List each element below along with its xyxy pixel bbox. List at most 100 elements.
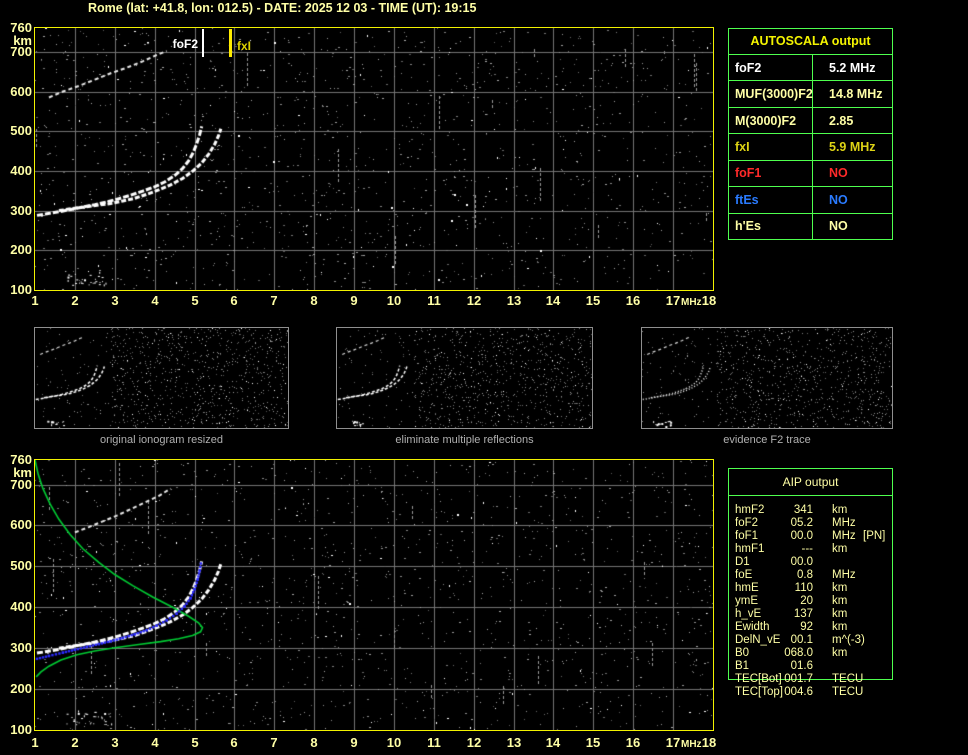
x-axis-unit: MHz: [681, 739, 702, 750]
autoscaled-ionogram-plot: [34, 27, 714, 291]
parameter-label: D1: [735, 556, 750, 568]
parameter-value: 14.8 MHz: [829, 87, 883, 102]
autoscala-row-muf3000f2: MUF(3000)F2 14.8 MHz: [729, 81, 892, 108]
x-tick-label: 16: [625, 293, 641, 308]
autoscala-row-m3000f2: M(3000)F2 2.85: [729, 107, 892, 135]
aip-row-yme: ymE 20 km: [729, 595, 892, 608]
fxi-marker-line: [229, 29, 232, 57]
autoscala-row-fof2: foF2 5.2 MHz: [729, 55, 892, 82]
x-tick-label: 13: [506, 293, 522, 308]
aip-table-title: AIP output: [729, 469, 892, 496]
aip-row-ewidth: Ewidth 92 km: [729, 621, 892, 634]
x-tick-label: 15: [585, 293, 601, 308]
parameter-label: foF2: [729, 55, 813, 81]
x-tick-label: 12: [466, 293, 482, 308]
panel-original-ionogram-canvas: [35, 328, 288, 428]
x-tick-label: 14: [545, 735, 561, 750]
profile-ionogram-plot: [34, 459, 714, 731]
panel-evidence-f2-canvas: [642, 328, 892, 428]
autoscala-table-title: AUTOSCALA output: [729, 29, 892, 55]
parameter-label: hmF2: [735, 504, 765, 516]
fof2-marker-label: foF2: [172, 37, 198, 51]
y-tick-label: 400: [10, 599, 32, 614]
aip-row-b0: B0 068.0 km: [729, 647, 892, 660]
parameter-label: foF2: [735, 517, 759, 529]
parameter-label: MUF(3000)F2: [729, 81, 813, 107]
parameter-value: 004.6: [784, 686, 813, 698]
parameter-note: [PN]: [863, 530, 886, 542]
parameter-label: fxI: [729, 134, 813, 160]
autoscala-row-ftes: ftEs NO: [729, 187, 892, 214]
aip-row-delnve: DelN_vE 00.1 m^(-3): [729, 634, 892, 647]
x-tick-label: 10: [386, 735, 402, 750]
parameter-unit: km: [832, 504, 848, 516]
parameter-value: 068.0: [784, 647, 813, 659]
parameter-label: foF1: [729, 160, 813, 187]
parameter-value: NO: [829, 219, 848, 234]
aip-row-hme: hmE 110 km: [729, 582, 892, 595]
x-tick-label: 5: [191, 293, 199, 308]
x-tick-label: 13: [506, 735, 522, 750]
x-tick-label: 11: [427, 735, 441, 750]
parameter-value: 00.0: [790, 530, 813, 542]
y-tick-label: 300: [10, 203, 32, 218]
parameter-value: 0.8: [797, 569, 813, 581]
parameter-value: 110: [794, 582, 813, 594]
y-tick-label: 200: [10, 242, 32, 257]
aip-row-hve: h_vE 137 km: [729, 608, 892, 621]
parameter-label: hmF1: [735, 543, 765, 555]
parameter-label: hmE: [735, 582, 759, 594]
y-tick-label: 500: [10, 558, 32, 573]
autoscala-row-hes: h'Es NO: [729, 213, 892, 239]
parameter-unit: km: [832, 582, 848, 594]
parameter-value: 20: [800, 595, 813, 607]
y-tick-label: 600: [10, 84, 32, 99]
autoscala-row-fxi: fxI 5.9 MHz: [729, 134, 892, 161]
parameter-unit: TECU: [832, 673, 864, 685]
x-tick-label: 4: [151, 293, 159, 308]
panel-original-ionogram: [34, 327, 289, 429]
x-tick-label: 1: [31, 735, 39, 750]
aip-row-hmf1: hmF1 --- km: [729, 543, 892, 556]
parameter-label: ymE: [735, 595, 758, 607]
x-tick-label: 3: [111, 735, 119, 750]
x-tick-label: 16: [625, 735, 641, 750]
fxi-marker-label: fxI: [237, 39, 252, 53]
parameter-value: 00.1: [790, 634, 813, 646]
y-tick-label: 600: [10, 517, 32, 532]
parameter-unit: MHz: [832, 517, 856, 529]
parameter-value: 5.2 MHz: [829, 60, 876, 75]
parameter-value: 05.2: [790, 517, 813, 529]
x-tick-label: 3: [111, 293, 119, 308]
parameter-label: ftEs: [729, 187, 813, 213]
aip-row-fof2: foF2 05.2 MHz: [729, 517, 892, 530]
autoscala-output-table: AUTOSCALA output foF2 5.2 MHz MUF(3000)F2 1…: [728, 28, 893, 240]
x-tick-label: 10: [386, 293, 402, 308]
aip-row-fof1: foF1 00.0 MHz [PN]: [729, 530, 892, 543]
parameter-unit: km: [832, 543, 848, 555]
parameter-label: h_vE: [735, 608, 762, 620]
x-tick-label: 15: [585, 735, 601, 750]
panel-eliminate-reflections-canvas: [337, 328, 592, 428]
x-tick-label: 12: [466, 735, 482, 750]
autoscala-app-window: { "title": "Rome (lat: +41.8, lon: 012.5…: [0, 0, 968, 755]
x-tick-label: 8: [310, 735, 318, 750]
profile-ionogram-canvas: [35, 460, 713, 730]
y-tick-label: 200: [10, 681, 32, 696]
parameter-unit: km: [832, 621, 848, 633]
panel-evidence-f2: [641, 327, 893, 429]
aip-row-tecbot: TEC[Bot] 001.7 TECU: [729, 673, 892, 686]
parameter-value: 92: [800, 621, 813, 633]
x-tick-label: 9: [350, 735, 358, 750]
x-tick-label: 7: [270, 735, 278, 750]
parameter-label: M(3000)F2: [729, 107, 813, 134]
panel-original-caption: original ionogram resized: [100, 434, 223, 446]
y-tick-label: 100: [10, 722, 32, 737]
x-tick-label: 6: [230, 735, 238, 750]
y-tick-label: 300: [10, 640, 32, 655]
x-tick-label: 2: [71, 735, 79, 750]
parameter-label: foF1: [735, 530, 759, 542]
parameter-unit: km: [832, 595, 848, 607]
y-axis-unit: km: [13, 465, 32, 480]
aip-row-b1: B1 01.6: [729, 660, 892, 673]
